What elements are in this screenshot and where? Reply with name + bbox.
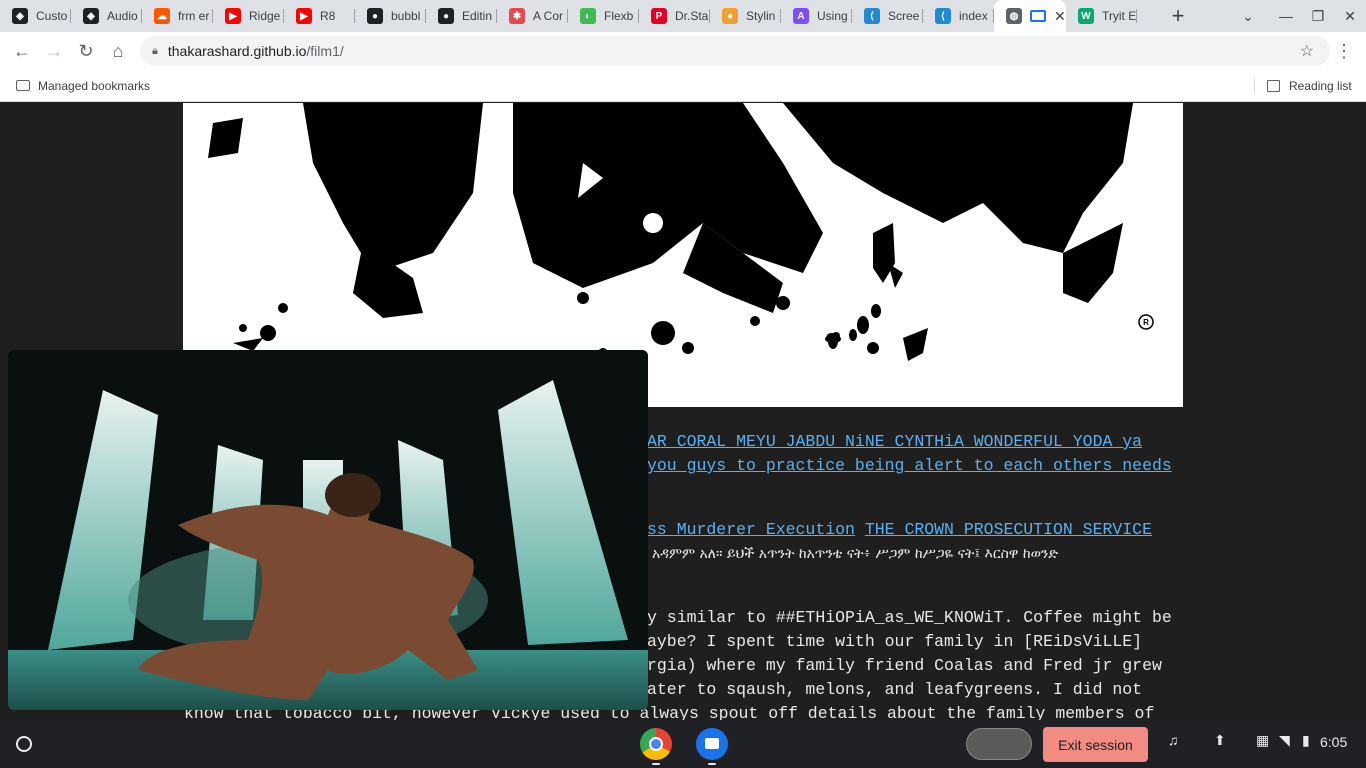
- reading-list[interactable]: Reading list: [1289, 79, 1352, 93]
- clock[interactable]: 6:05: [1320, 734, 1347, 750]
- tab-title: R8: [320, 9, 336, 23]
- tab-search-icon[interactable]: ⌄: [1232, 0, 1264, 32]
- os-shelf: Exit session ♫ ⬆ ▦ ◥ ▮ 6:05: [0, 720, 1366, 768]
- tab-13[interactable]: ⟨ index: [923, 0, 994, 32]
- star-icon[interactable]: ☆: [1300, 41, 1314, 61]
- picture-in-picture-video[interactable]: [8, 350, 648, 710]
- tab-1[interactable]: ◈ Audio: [71, 0, 142, 32]
- bookmarks-bar: Managed bookmarks Reading list: [0, 70, 1366, 102]
- running-indicator: [708, 763, 716, 765]
- pip-indicator-icon: [1030, 10, 1046, 22]
- tab-title: Dr.Sta: [675, 9, 709, 23]
- divider: [1254, 78, 1255, 94]
- chrome-icon[interactable]: [640, 728, 672, 760]
- tab-8[interactable]: ◐ Flexb: [568, 0, 639, 32]
- youtube-icon: ▶: [296, 8, 312, 24]
- minimize-icon[interactable]: —: [1270, 0, 1302, 32]
- tab-title: Using: [817, 9, 848, 23]
- github-icon: ●: [367, 8, 383, 24]
- enterprise-icon: ▦: [1256, 732, 1270, 748]
- vscode-icon: ⟨: [935, 8, 951, 24]
- running-indicator: [652, 763, 660, 765]
- asterisk-icon: ✱: [509, 8, 525, 24]
- tab-title: index: [959, 9, 988, 23]
- forward-icon[interactable]: →: [38, 35, 70, 67]
- lock-icon: 🔒︎: [152, 44, 158, 57]
- tab-9[interactable]: P Dr.Sta: [639, 0, 710, 32]
- tab-title: Tryit E: [1102, 9, 1137, 23]
- codepen-icon: ◈: [83, 8, 99, 24]
- media-controls-icon[interactable]: ♫: [1168, 732, 1179, 748]
- tab-title: Audio: [107, 9, 138, 23]
- tab-title: frm er: [178, 9, 210, 23]
- link-execution[interactable]: ss Murderer Execution: [647, 520, 855, 539]
- youtube-icon: ▶: [225, 8, 241, 24]
- tab-0[interactable]: ◈ Custo: [0, 0, 71, 32]
- reload-icon[interactable]: ↻: [70, 35, 102, 67]
- frog-icon: ◐: [580, 8, 596, 24]
- close-tab-icon[interactable]: ✕: [1054, 8, 1066, 25]
- managed-bookmarks[interactable]: Managed bookmarks: [38, 79, 150, 93]
- body-line-8: ater to sqaush, melons, and leafygreens.…: [647, 680, 1143, 699]
- tab-10[interactable]: ● Stylin: [710, 0, 781, 32]
- back-icon[interactable]: ←: [6, 35, 38, 67]
- tab-title: Custo: [36, 9, 68, 23]
- files-icon[interactable]: [696, 728, 728, 760]
- tab-12[interactable]: ⟨ Scree: [852, 0, 923, 32]
- circle-icon: ●: [722, 8, 738, 24]
- tab-title: Ridge: [249, 9, 281, 23]
- menu-icon[interactable]: ⋮: [1328, 35, 1360, 67]
- link-line-1[interactable]: AR CORAL MEYU JABDU NiNE CYNTHiA WONDERF…: [647, 432, 1142, 451]
- download-icon[interactable]: ⬆: [1214, 732, 1226, 749]
- folder-icon: [16, 80, 30, 91]
- pinterest-icon: P: [651, 8, 667, 24]
- url-host: thakarashard.github.io: [167, 43, 307, 59]
- tab-title: A Cor: [533, 9, 564, 23]
- globe-icon: ◍: [1006, 8, 1022, 24]
- bookmark-app-icon: A: [793, 8, 809, 24]
- vscode-icon: ⟨: [864, 8, 880, 24]
- tab-title: bubbl: [391, 9, 421, 23]
- launcher-icon[interactable]: [8, 728, 40, 760]
- home-icon[interactable]: ⌂: [102, 35, 134, 67]
- codepen-icon: ◈: [12, 8, 28, 24]
- reading-list-icon: [1267, 79, 1280, 92]
- tab-7[interactable]: ✱ A Cor: [497, 0, 568, 32]
- wifi-icon: ◥: [1279, 732, 1290, 748]
- link-line-2[interactable]: you guys to practice being alert to each…: [647, 456, 1172, 475]
- avatar[interactable]: [966, 728, 1032, 760]
- tab-2[interactable]: ☁ frm er: [142, 0, 213, 32]
- url-path: /film1/: [306, 43, 344, 59]
- tab-title: Flexb: [604, 9, 634, 23]
- amharic-text: አዳምም አለ። ይህች አጥንት ከአጥንቴ ናት፥ ሥጋም ከሥጋዬ ናት፤…: [652, 546, 1059, 562]
- w3schools-icon: W: [1078, 8, 1094, 24]
- tab-title: Editin: [462, 9, 493, 23]
- body-line-5: y similar to ##ETHiOPiA_as_WE_KNOWiT. Co…: [647, 608, 1172, 627]
- tab-4[interactable]: ▶ R8: [284, 0, 355, 32]
- soundcloud-icon: ☁: [154, 8, 170, 24]
- new-tab-button[interactable]: +: [1160, 0, 1196, 32]
- tab-5[interactable]: ● bubbl: [355, 0, 426, 32]
- tab-14[interactable]: ◍ ✕: [994, 0, 1066, 32]
- body-line-7: rgia) where my family friend Coalas and …: [647, 656, 1162, 675]
- exit-session-button[interactable]: Exit session: [1043, 727, 1148, 762]
- restore-icon[interactable]: ❐: [1302, 0, 1334, 32]
- tab-6[interactable]: ● Editin: [426, 0, 497, 32]
- svg-text:R: R: [1143, 318, 1149, 327]
- tab-15[interactable]: W Tryit E: [1066, 0, 1137, 32]
- video-frame: [8, 350, 648, 710]
- github-icon: ●: [438, 8, 454, 24]
- address-bar[interactable]: 🔒︎ thakarashard.github.io/film1/ ☆: [140, 36, 1330, 66]
- link-crown-prosecution[interactable]: THE CROWN PROSECUTION SERVICE: [865, 520, 1152, 539]
- tab-3[interactable]: ▶ Ridge: [213, 0, 284, 32]
- tab-11[interactable]: A Using: [781, 0, 852, 32]
- body-line-6: aybe? I spent time with our family in [R…: [647, 632, 1143, 651]
- close-window-icon[interactable]: ✕: [1334, 0, 1366, 32]
- tab-title: Stylin: [746, 9, 776, 23]
- browser-toolbar: ← → ↻ ⌂ 🔒︎ thakarashard.github.io/film1/…: [0, 32, 1366, 70]
- battery-icon: ▮: [1302, 732, 1310, 748]
- tab-title: Scree: [888, 9, 920, 23]
